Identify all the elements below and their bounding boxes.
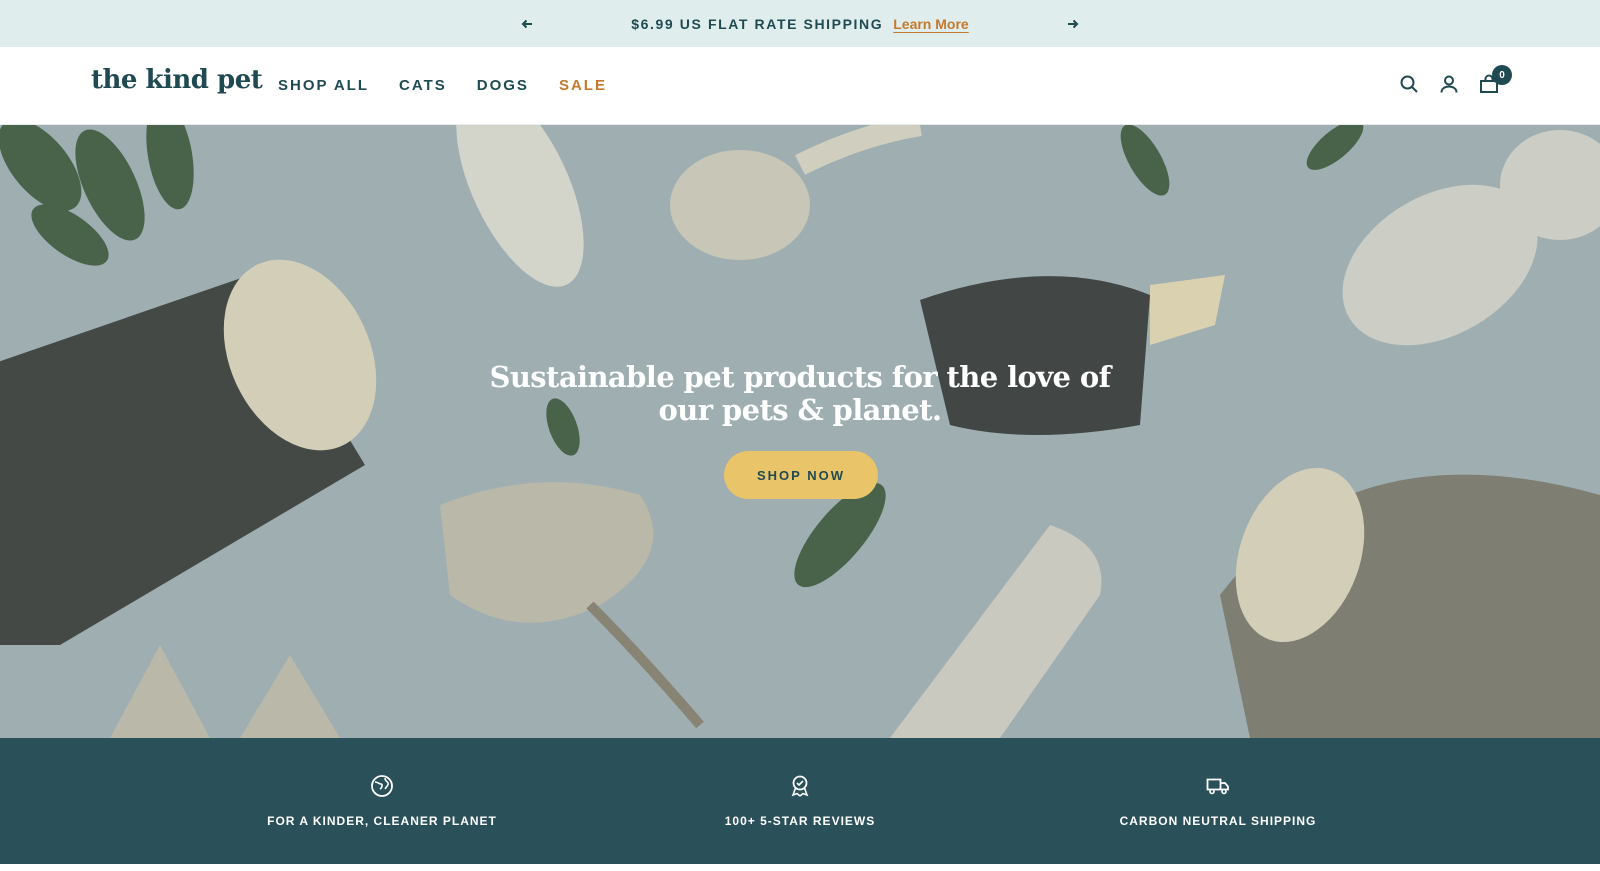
logo[interactable]: the kind pet bbox=[91, 65, 263, 95]
announcement-bar: $6.99 US FLAT RATE SHIPPING Learn More bbox=[0, 0, 1600, 47]
header-icons: 0 bbox=[1398, 65, 1512, 95]
cart-icon[interactable]: 0 bbox=[1478, 65, 1512, 95]
hero-overlay bbox=[0, 125, 1600, 738]
nav-shop-all[interactable]: SHOP ALL bbox=[278, 77, 369, 94]
feature-label: FOR A KINDER, CLEANER PLANET bbox=[267, 814, 497, 828]
cart-count-badge: 0 bbox=[1492, 65, 1512, 85]
learn-more-link[interactable]: Learn More bbox=[893, 16, 968, 32]
nav-dogs[interactable]: DOGS bbox=[477, 77, 529, 94]
arrow-right-icon[interactable] bbox=[1063, 14, 1083, 34]
announcement-text: $6.99 US FLAT RATE SHIPPING bbox=[631, 15, 884, 32]
truck-icon bbox=[1206, 774, 1230, 798]
search-icon[interactable] bbox=[1398, 73, 1420, 95]
feature-label: 100+ 5-STAR REVIEWS bbox=[724, 814, 876, 828]
globe-icon bbox=[370, 774, 394, 798]
award-ribbon-icon bbox=[788, 774, 812, 798]
account-icon[interactable] bbox=[1438, 73, 1460, 95]
hero-title: Sustainable pet products for the love of… bbox=[489, 360, 1111, 427]
shop-now-button[interactable]: SHOP NOW bbox=[724, 451, 878, 499]
main-nav: SHOP ALL CATS DOGS SALE bbox=[278, 77, 607, 94]
site-header: the kind pet SHOP ALL CATS DOGS SALE 0 bbox=[0, 47, 1600, 125]
arrow-left-icon[interactable] bbox=[517, 14, 537, 34]
nav-sale[interactable]: SALE bbox=[559, 77, 607, 94]
nav-cats[interactable]: CATS bbox=[399, 77, 447, 94]
features-bar: FOR A KINDER, CLEANER PLANET 100+ 5-STAR… bbox=[0, 738, 1600, 864]
hero-banner: Sustainable pet products for the love of… bbox=[0, 125, 1600, 738]
page-bottom-strip bbox=[0, 864, 1600, 871]
feature-label: CARBON NEUTRAL SHIPPING bbox=[1119, 814, 1317, 828]
announcement-message: $6.99 US FLAT RATE SHIPPING Learn More bbox=[631, 16, 968, 32]
